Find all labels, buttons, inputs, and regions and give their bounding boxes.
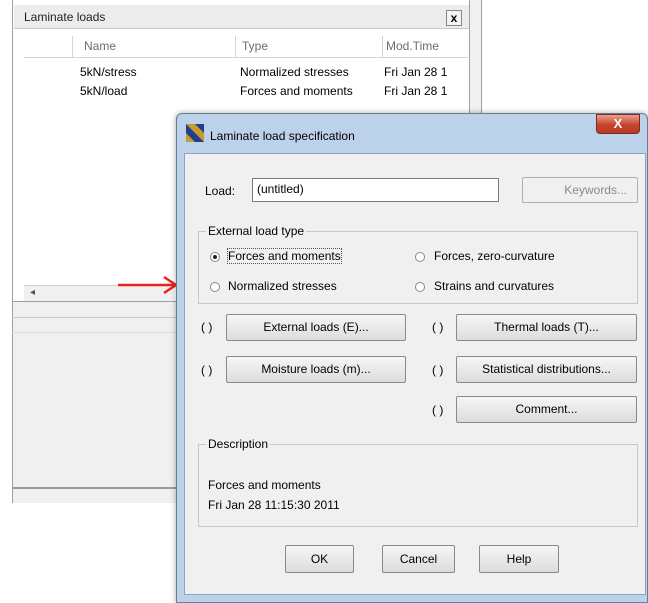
description-line-1: Forces and moments (208, 478, 321, 492)
external-load-type-group (198, 231, 638, 304)
ok-button[interactable]: OK (285, 545, 354, 573)
comment-button[interactable]: Comment... (456, 396, 637, 423)
column-separator[interactable] (235, 36, 236, 58)
load-name-input[interactable]: (untitled) (252, 178, 499, 202)
comment-status: ( ) (432, 403, 444, 417)
radio-forces-zero-curvature[interactable] (415, 252, 425, 262)
column-header-mod-time[interactable]: Mod.Time (386, 39, 439, 53)
red-arrow-icon (118, 275, 179, 295)
row-2-mod-time[interactable]: Fri Jan 28 1 (384, 84, 466, 98)
help-button[interactable]: Help (479, 545, 559, 573)
divider (12, 487, 182, 489)
external-loads-button[interactable]: External loads (E)... (226, 314, 406, 341)
statistical-distributions-button[interactable]: Statistical distributions... (456, 356, 637, 383)
description-line-2: Fri Jan 28 11:15:30 2011 (208, 498, 340, 512)
row-1-name[interactable]: 5kN/stress (80, 65, 137, 79)
external-loads-status: ( ) (201, 320, 213, 334)
dialog-close-button[interactable]: X (596, 114, 640, 134)
divider (12, 332, 182, 333)
laminate-loads-title: Laminate loads (24, 10, 106, 24)
option-strains-and-curvatures-label[interactable]: Strains and curvatures (434, 279, 554, 293)
thermal-loads-status: ( ) (432, 320, 444, 334)
column-separator[interactable] (382, 36, 383, 58)
thermal-loads-button[interactable]: Thermal loads (T)... (456, 314, 637, 341)
scroll-left-icon[interactable]: ◂ (30, 287, 35, 298)
option-forces-and-moments-label[interactable]: Forces and moments (227, 248, 342, 264)
description-title: Description (206, 437, 271, 451)
keywords-button[interactable]: Keywords... (522, 177, 638, 203)
row-1-type[interactable]: Normalized stresses (240, 65, 349, 79)
moisture-loads-status: ( ) (201, 363, 213, 377)
radio-strains-and-curvatures[interactable] (415, 282, 425, 292)
radio-normalized-stresses[interactable] (210, 282, 220, 292)
row-2-name[interactable]: 5kN/load (80, 84, 127, 98)
moisture-loads-button[interactable]: Moisture loads (m)... (226, 356, 406, 383)
row-1-mod-time[interactable]: Fri Jan 28 1 (384, 65, 466, 79)
divider (12, 317, 182, 318)
column-header-name[interactable]: Name (84, 39, 116, 53)
cancel-button[interactable]: Cancel (382, 545, 455, 573)
option-normalized-stresses-label[interactable]: Normalized stresses (228, 279, 337, 293)
laminate-app-icon (186, 124, 204, 142)
row-2-type[interactable]: Forces and moments (240, 84, 353, 98)
column-header-type[interactable]: Type (242, 39, 268, 53)
load-label: Load: (205, 184, 236, 198)
statistical-distributions-status: ( ) (432, 363, 444, 377)
radio-forces-and-moments[interactable] (210, 252, 220, 262)
option-forces-zero-curvature-label[interactable]: Forces, zero-curvature (434, 249, 555, 263)
column-separator[interactable] (72, 36, 73, 58)
external-load-type-title: External load type (206, 224, 307, 238)
dialog-title: Laminate load specification (210, 129, 355, 143)
laminate-loads-close-button[interactable]: x (446, 10, 462, 26)
